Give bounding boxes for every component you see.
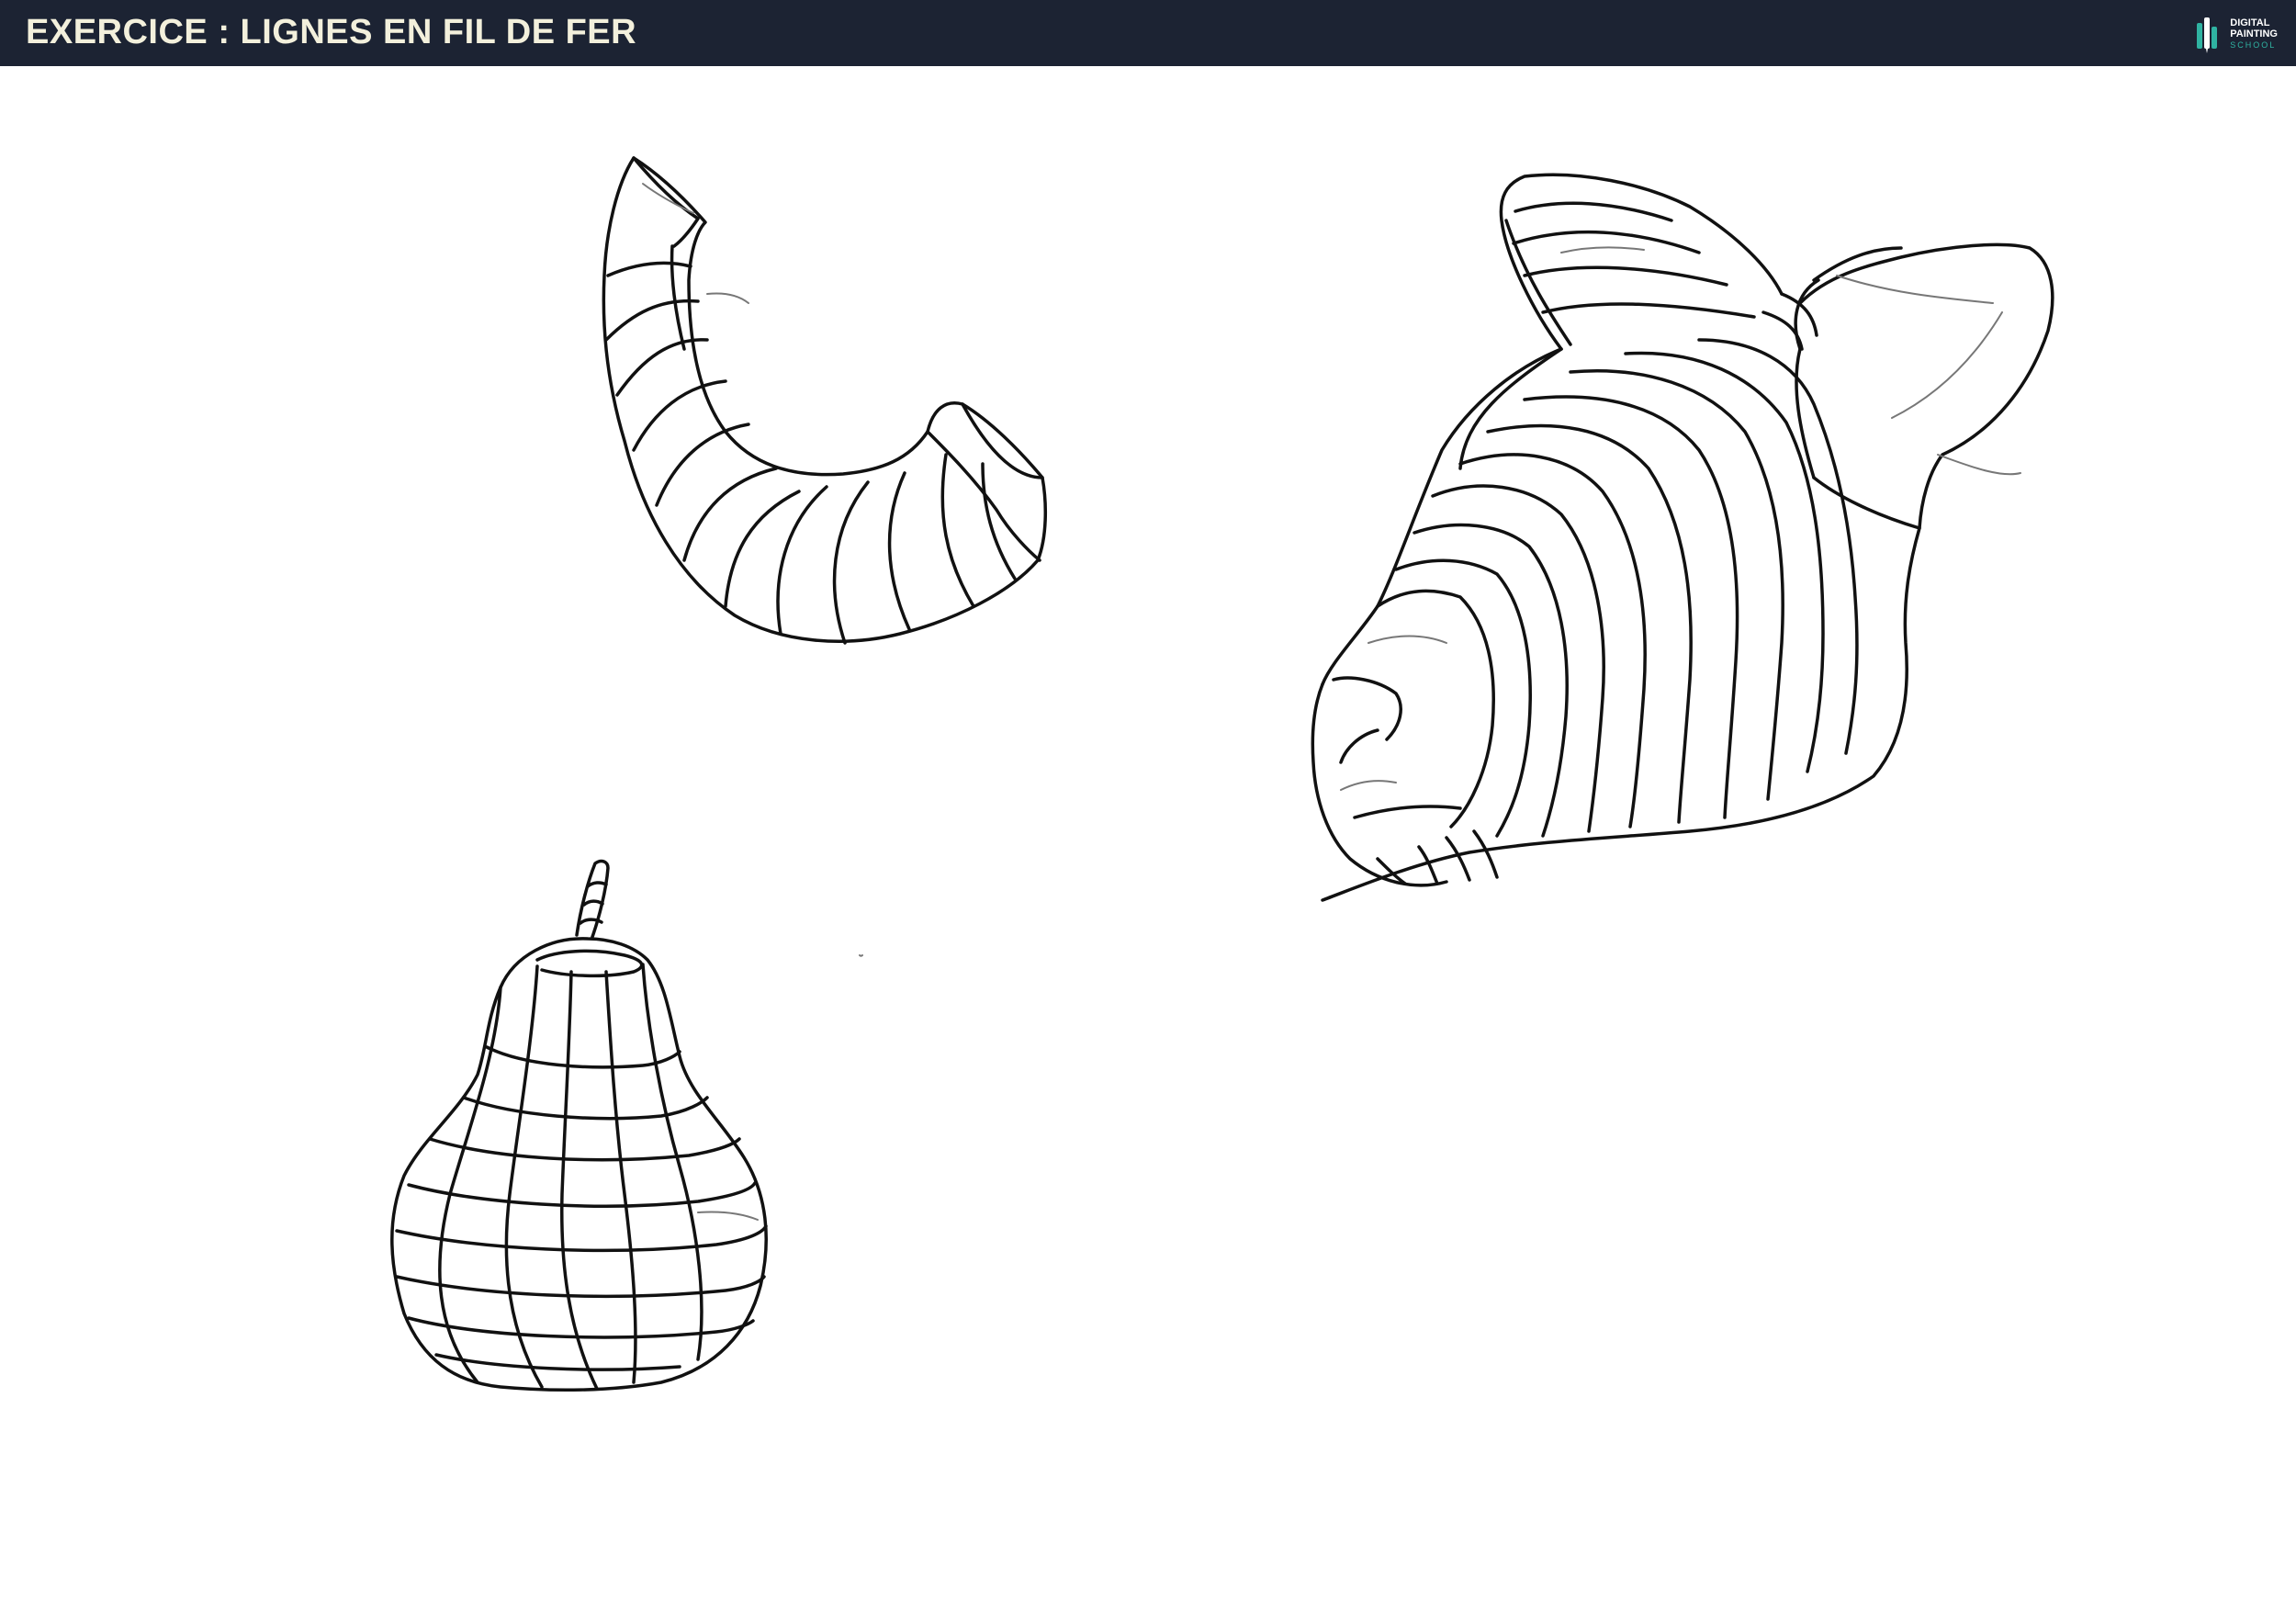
pear-sketch [390, 859, 768, 1392]
brand-text: DIGITAL PAINTING SCHOOL [2230, 17, 2278, 51]
zebra-head-sketch [1311, 173, 2054, 902]
brand-line-digital: DIGITAL [2230, 17, 2270, 28]
brand-logo: DIGITAL PAINTING SCHOOL [2193, 13, 2278, 55]
page-title: EXERCICE : LIGNES EN FIL DE FER [26, 13, 637, 51]
brand-line-painting: PAINTING [2230, 28, 2278, 39]
drawing-canvas [0, 66, 2296, 1623]
brush-logo-icon [2197, 17, 2218, 53]
stray-mark [859, 954, 863, 957]
worksheet-page: EXERCICE : LIGNES EN FIL DE FER DIGITAL … [0, 0, 2296, 1623]
header-bar: EXERCICE : LIGNES EN FIL DE FER DIGITAL … [0, 0, 2296, 66]
brand-line-school: SCHOOL [2230, 40, 2277, 50]
wireframe-sketches [390, 156, 2054, 1392]
croissant-sketch [602, 156, 1048, 645]
